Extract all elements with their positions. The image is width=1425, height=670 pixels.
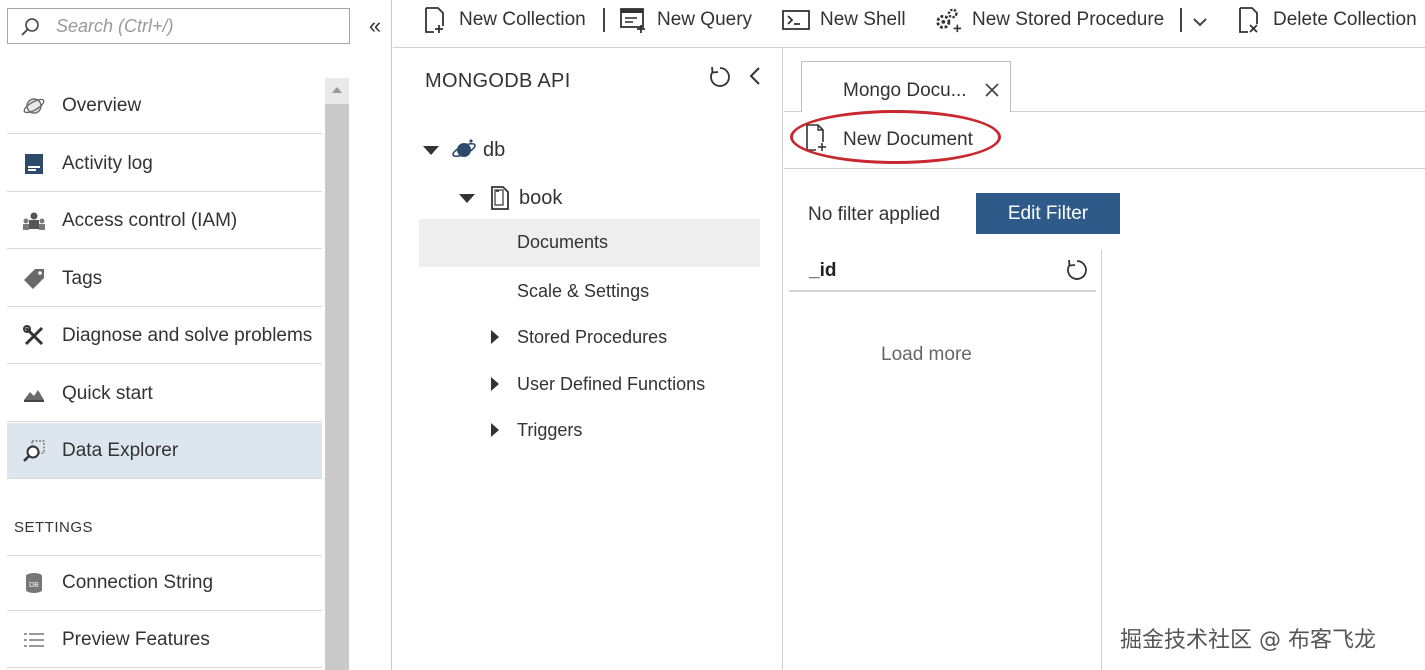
tree-node-database[interactable]: db — [423, 130, 505, 170]
nav-item-diagnose[interactable]: Diagnose and solve problems — [7, 308, 322, 364]
caret-down-icon — [423, 145, 439, 155]
tab-strip: Mongo Docu... — [784, 48, 1425, 113]
nav-item-label: Tags — [62, 267, 103, 289]
tree-node-collection[interactable]: book — [459, 178, 562, 218]
documents-list: _id Load more — [789, 250, 1102, 670]
toolbar-separator — [1180, 8, 1182, 32]
delete-collection-button[interactable]: Delete Collection — [1235, 0, 1417, 40]
search-box[interactable] — [7, 8, 350, 44]
collection-label: book — [519, 186, 563, 209]
nav-item-activity-log[interactable]: Activity log — [7, 136, 322, 192]
new-shell-label: New Shell — [820, 9, 906, 30]
load-more-link[interactable]: Load more — [881, 344, 972, 366]
data-explorer-icon — [21, 438, 47, 464]
new-stored-procedure-button[interactable]: New Stored Procedure — [934, 0, 1164, 40]
new-collection-icon — [421, 5, 449, 35]
refresh-icon[interactable] — [708, 65, 732, 89]
tag-icon — [21, 266, 47, 292]
nav-item-quick-start[interactable]: Quick start — [7, 366, 322, 422]
udf-label: User Defined Functions — [517, 373, 706, 394]
iam-icon — [21, 208, 47, 234]
scrollbar-thumb[interactable] — [325, 104, 349, 670]
list-icon — [21, 627, 47, 653]
nav-item-tags[interactable]: Tags — [7, 251, 322, 307]
tree-title: MONGODB API — [425, 70, 571, 92]
nav-item-label: Overview — [62, 94, 142, 116]
search-input[interactable] — [56, 12, 341, 40]
stored-procedures-label: Stored Procedures — [517, 326, 668, 347]
terminal-icon — [782, 5, 810, 35]
more-commands-dropdown[interactable] — [1189, 8, 1211, 34]
scroll-up-arrow-icon[interactable] — [332, 87, 342, 93]
nav-item-connection-string[interactable]: DB Connection String — [7, 555, 322, 611]
tab-label: Mongo Docu... — [843, 80, 967, 101]
database-icon: DB — [21, 570, 47, 596]
document-toolbar: New Document — [784, 112, 1425, 169]
tree-node-user-defined-functions[interactable]: User Defined Functions — [491, 364, 705, 404]
new-query-button[interactable]: New Query — [619, 0, 752, 40]
scale-settings-label: Scale & Settings — [517, 280, 650, 301]
caret-right-icon — [491, 377, 499, 391]
quick-start-icon — [21, 381, 47, 407]
nav-item-preview-features[interactable]: Preview Features — [7, 612, 322, 668]
new-document-icon — [804, 123, 830, 158]
nav-scrollbar[interactable] — [325, 78, 349, 670]
nav-item-overview[interactable]: Overview — [7, 78, 322, 134]
nav-item-label: Diagnose and solve problems — [62, 324, 313, 346]
nav-item-access-control[interactable]: Access control (IAM) — [7, 193, 322, 249]
settings-heading: SETTINGS — [14, 519, 94, 536]
nav-item-data-explorer[interactable]: Data Explorer — [7, 423, 322, 479]
new-shell-button[interactable]: New Shell — [782, 0, 906, 40]
documents-label: Documents — [517, 232, 609, 252]
new-document-label: New Document — [843, 129, 973, 150]
tab-mongo-documents[interactable]: Mongo Docu... — [801, 61, 1011, 113]
toolbar-separator — [603, 8, 605, 32]
edit-filter-button[interactable]: Edit Filter — [976, 193, 1120, 234]
caret-down-icon — [459, 193, 475, 203]
cosmos-db-icon — [451, 137, 477, 163]
activity-log-icon — [21, 151, 47, 177]
tree-node-scale-settings[interactable]: Scale & Settings — [517, 271, 649, 311]
collapse-nav-button[interactable]: « — [364, 12, 386, 40]
watermark: 掘金技术社区 @ 布客飞龙 — [1120, 628, 1376, 653]
tree-node-stored-procedures[interactable]: Stored Procedures — [491, 317, 667, 357]
left-navigation-pane: « Overview Activity log Access control (… — [0, 0, 392, 670]
search-icon — [21, 18, 39, 36]
new-query-icon — [619, 5, 647, 35]
close-icon[interactable] — [983, 81, 1001, 99]
tree-node-triggers[interactable]: Triggers — [491, 410, 582, 450]
id-column-label: _id — [809, 260, 837, 281]
database-label: db — [483, 138, 506, 161]
nav-item-label: Quick start — [62, 382, 153, 404]
column-header: _id — [789, 250, 1096, 292]
nav-item-label: Access control (IAM) — [62, 209, 238, 231]
refresh-icon[interactable] — [1065, 258, 1089, 282]
collapse-tree-icon[interactable] — [745, 63, 765, 89]
command-bar: New Collection New Query New Shell New S… — [393, 0, 1425, 48]
svg-text:DB: DB — [29, 582, 39, 589]
filter-status: No filter applied — [808, 204, 941, 225]
new-collection-button[interactable]: New Collection — [421, 0, 586, 40]
caret-right-icon — [491, 330, 499, 344]
delete-collection-icon — [1235, 5, 1263, 35]
chevron-down-icon — [1193, 18, 1207, 27]
triggers-label: Triggers — [517, 419, 583, 440]
delete-collection-label: Delete Collection — [1273, 9, 1417, 30]
nav-item-label: Activity log — [62, 152, 153, 174]
resource-tree: MONGODB API db book Documents Scale & Se… — [393, 48, 783, 670]
caret-right-icon — [491, 423, 499, 437]
nav-item-label: Preview Features — [62, 628, 210, 650]
new-collection-label: New Collection — [459, 9, 586, 30]
overview-icon — [21, 93, 47, 119]
gears-icon — [934, 5, 962, 35]
tree-node-documents[interactable]: Documents — [419, 219, 760, 267]
new-query-label: New Query — [657, 9, 753, 30]
nav-item-label: Connection String — [62, 572, 214, 593]
document-icon — [489, 185, 511, 211]
wrench-icon — [21, 323, 47, 349]
new-stored-procedure-label: New Stored Procedure — [972, 9, 1165, 30]
nav-item-label: Data Explorer — [62, 439, 179, 461]
new-document-button[interactable]: New Document — [804, 122, 973, 158]
